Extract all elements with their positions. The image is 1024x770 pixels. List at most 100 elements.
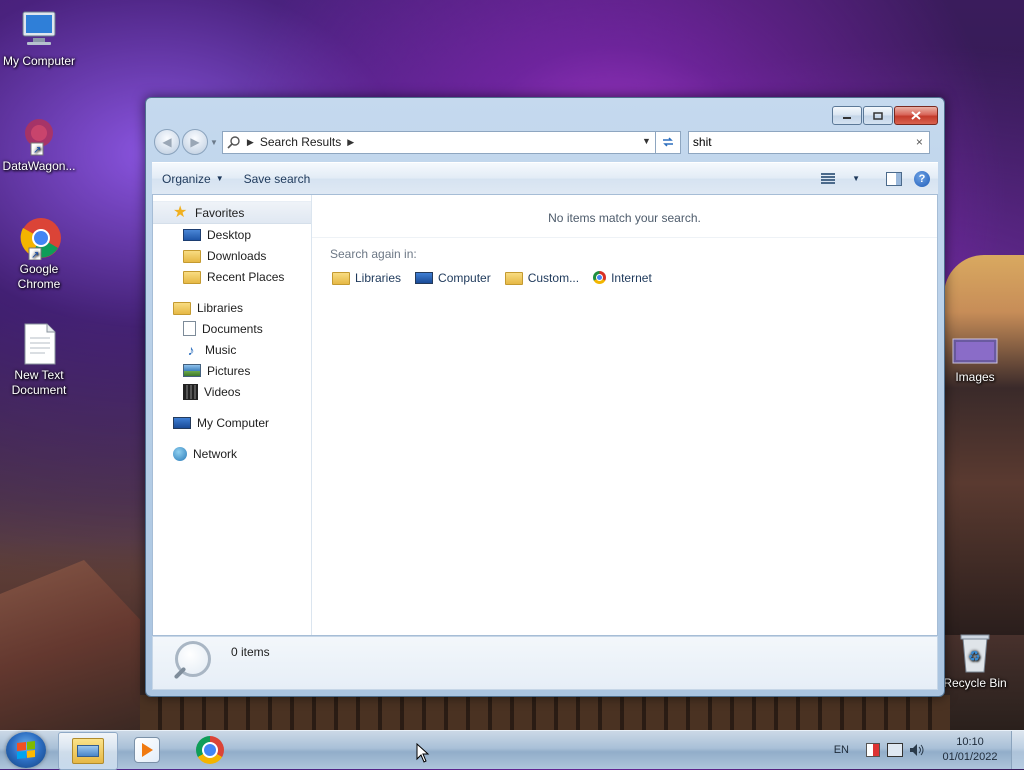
action-center-icon[interactable] [865,742,881,758]
preview-pane-button[interactable] [882,168,906,190]
view-options-dropdown[interactable]: ▼ [852,174,860,183]
nav-item-label: Favorites [195,205,245,220]
nav-item-favorites[interactable]: ★ Favorites [153,201,311,224]
desktop-icon-recycle-bin[interactable]: ♻ Recycle Bin [936,630,1014,691]
close-button[interactable] [894,106,938,125]
taskbar-media-player-button[interactable] [118,732,176,768]
forward-arrow-icon: ▶ [190,135,200,149]
nav-item-label: Pictures [207,363,251,378]
caption-buttons [832,106,938,125]
wallpaper-character [944,255,1024,635]
nav-item-label: Videos [204,384,241,399]
organize-button[interactable]: Organize ▼ [152,168,234,190]
chrome-icon [593,271,607,284]
desktop-icon-google-chrome[interactable]: ↗ Google Chrome [0,216,78,292]
items-count: 0 items [231,645,270,659]
wallpaper-fence [140,695,950,730]
clock[interactable]: 10:10 01/01/2022 [935,735,1005,765]
windows-logo-icon [17,741,35,759]
breadcrumb-separator[interactable]: ▶ [347,137,354,148]
minimize-icon [843,116,851,119]
save-search-label: Save search [243,171,311,186]
nav-item-my-computer[interactable]: My Computer [153,412,311,433]
datawagon-icon: ↗ [17,113,61,157]
help-button[interactable]: ? [914,170,930,187]
address-dropdown-icon[interactable]: ▼ [642,136,651,146]
nav-item-desktop[interactable]: Desktop [153,224,311,245]
libraries-icon [332,272,350,285]
start-button[interactable] [6,732,46,768]
address-bar[interactable]: ▶ Search Results ▶ ▼ [221,130,656,154]
system-tray: EN 10:10 01/01/2022 [834,731,1024,769]
nav-item-label: Libraries [197,300,244,315]
downloads-folder-icon [183,250,201,263]
nav-item-downloads[interactable]: Downloads [153,245,311,266]
search-input[interactable] [688,135,897,149]
results-pane: No items match your search. Search again… [312,195,937,635]
search-again-custom[interactable]: Custom... [504,270,580,285]
taskbar: EN 10:10 01/01/2022 [0,730,1024,770]
back-button[interactable]: ◀ [154,129,180,155]
nav-item-music[interactable]: ♪ Music [153,339,311,360]
svg-text:↗: ↗ [33,145,41,156]
recycle-bin-icon: ♻ [953,630,997,674]
desktop-icon-my-computer[interactable]: My Computer [0,8,78,69]
taskbar-chrome-button[interactable] [181,732,239,768]
minimize-button[interactable] [832,106,862,125]
search-again-item-label: Libraries [355,270,402,285]
custom-folder-icon [504,272,523,285]
volume-icon[interactable] [909,742,925,758]
nav-item-libraries[interactable]: Libraries [153,297,311,318]
search-again-item-label: Custom... [527,270,580,285]
views-icon [821,172,836,185]
desktop-icon-new-text-document[interactable]: New Text Document [0,322,78,398]
search-again-item-label: Computer [438,270,491,285]
documents-icon [183,321,196,336]
recent-pages-dropdown[interactable]: ▼ [210,138,218,147]
explorer-icon [72,738,104,764]
desktop-icon-images[interactable]: Images [936,338,1014,385]
refresh-icon [662,137,673,147]
show-desktop-button[interactable] [1011,731,1024,769]
desktop-icon-datawagon[interactable]: ↗ DataWagon... [0,113,78,174]
close-icon [911,111,921,120]
nav-item-videos[interactable]: Videos [153,381,311,402]
chevron-down-icon: ▼ [215,174,224,183]
desktop-icon-label: DataWagon... [2,159,76,173]
details-pane: 0 items [152,636,938,690]
pictures-icon [183,364,201,377]
search-again-internet[interactable]: Internet [593,270,652,285]
breadcrumb-separator[interactable]: ▶ [247,137,254,148]
clear-search-icon[interactable]: × [916,135,923,149]
taskbar-explorer-button[interactable] [58,732,118,770]
network-status-icon[interactable] [887,742,903,758]
search-again-libraries[interactable]: Libraries [332,270,401,285]
search-again-computer[interactable]: Computer [415,270,491,285]
nav-item-label: Network [193,446,238,461]
nav-item-network[interactable]: Network [153,443,311,464]
change-view-button[interactable] [817,168,839,190]
refresh-button[interactable] [655,130,681,154]
music-icon: ♪ [187,341,195,358]
navigation-pane: ★ Favorites Desktop Downloads Recent Pla… [153,195,312,635]
forward-button[interactable]: ▶ [182,129,208,155]
search-box[interactable]: × [687,130,930,154]
nav-item-documents[interactable]: Documents [153,318,311,339]
maximize-icon [873,111,883,120]
svg-text:♻: ♻ [968,649,981,665]
explorer-content: ★ Favorites Desktop Downloads Recent Pla… [152,194,938,636]
nav-item-label: Music [205,342,237,357]
maximize-button[interactable] [863,106,893,125]
text-document-icon [17,322,61,366]
navigation-bar: ◀ ▶ ▼ ▶ Search Results ▶ ▼ × [154,129,936,155]
chrome-icon: ↗ [17,216,61,261]
breadcrumb-search-results[interactable]: Search Results [260,135,341,149]
nav-item-label: Desktop [207,227,252,242]
nav-item-label: Downloads [207,248,267,263]
save-search-button[interactable]: Save search [234,168,321,190]
nav-item-recent-places[interactable]: Recent Places [153,266,311,287]
language-indicator[interactable]: EN [834,744,849,756]
nav-item-pictures[interactable]: Pictures [153,360,311,381]
svg-text:↗: ↗ [31,250,39,260]
search-icon [227,136,240,149]
